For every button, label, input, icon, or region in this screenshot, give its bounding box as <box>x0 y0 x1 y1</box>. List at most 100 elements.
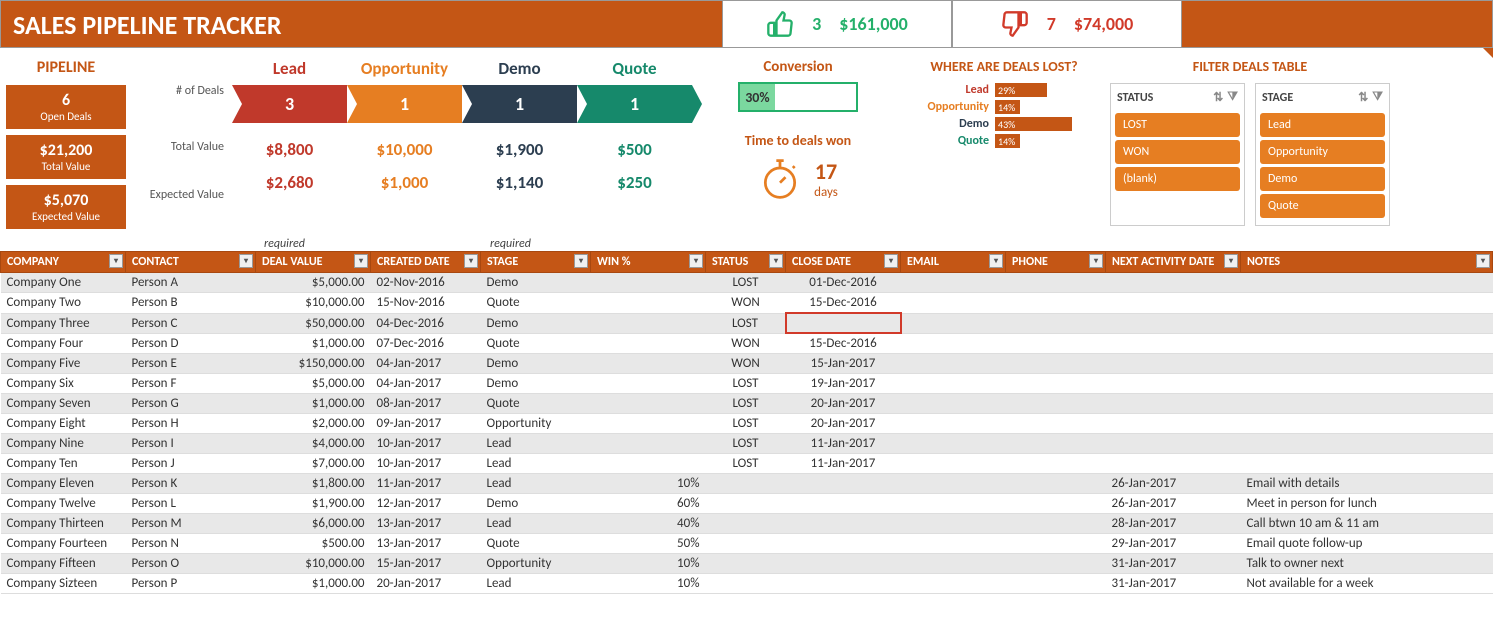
table-cell[interactable] <box>1241 333 1493 354</box>
table-cell[interactable]: $1,000.00 <box>256 333 371 354</box>
column-header[interactable]: DEAL VALUE▾ <box>256 252 371 273</box>
table-cell[interactable]: Company One <box>1 273 126 293</box>
column-header[interactable]: CONTACT▾ <box>126 252 256 273</box>
column-header[interactable]: EMAIL▾ <box>901 252 1006 273</box>
table-cell[interactable]: $7,000.00 <box>256 454 371 474</box>
table-cell[interactable]: Quote <box>481 534 591 554</box>
filter-status-option[interactable]: (blank) <box>1115 167 1240 191</box>
filter-dropdown-icon[interactable]: ▾ <box>109 254 123 268</box>
table-cell[interactable]: LOST <box>706 273 786 293</box>
table-cell[interactable] <box>1241 374 1493 394</box>
table-cell[interactable]: Quote <box>481 394 591 414</box>
table-cell[interactable]: Demo <box>481 273 591 293</box>
table-cell[interactable] <box>901 414 1006 434</box>
table-cell[interactable]: Lead <box>481 474 591 494</box>
filter-stage-option[interactable]: Lead <box>1260 113 1385 137</box>
table-cell[interactable] <box>1106 273 1241 293</box>
table-cell[interactable]: 11-Jan-2017 <box>786 454 901 474</box>
table-cell[interactable]: 10-Jan-2017 <box>371 454 481 474</box>
table-cell[interactable]: Person I <box>126 434 256 454</box>
table-cell[interactable]: 29-Jan-2017 <box>1106 534 1241 554</box>
table-cell[interactable]: Person F <box>126 374 256 394</box>
table-cell[interactable]: Person D <box>126 333 256 354</box>
column-header[interactable]: STAGE▾ <box>481 252 591 273</box>
table-cell[interactable] <box>591 354 706 374</box>
table-cell[interactable] <box>1006 474 1106 494</box>
table-cell[interactable]: 10% <box>591 474 706 494</box>
table-cell[interactable] <box>591 374 706 394</box>
table-cell[interactable]: Person B <box>126 293 256 314</box>
column-header[interactable]: NEXT ACTIVITY DATE▾ <box>1106 252 1241 273</box>
table-cell[interactable]: 13-Jan-2017 <box>371 514 481 534</box>
table-cell[interactable] <box>706 534 786 554</box>
table-cell[interactable]: Person A <box>126 273 256 293</box>
table-cell[interactable] <box>786 494 901 514</box>
table-cell[interactable] <box>1241 394 1493 414</box>
table-cell[interactable] <box>591 434 706 454</box>
table-cell[interactable] <box>1241 414 1493 434</box>
column-header[interactable]: CREATED DATE▾ <box>371 252 481 273</box>
table-cell[interactable] <box>1241 454 1493 474</box>
table-row[interactable]: Company SizteenPerson P$1,000.0020-Jan-2… <box>1 574 1493 594</box>
table-cell[interactable]: 31-Jan-2017 <box>1106 574 1241 594</box>
table-cell[interactable]: 15-Dec-2016 <box>786 333 901 354</box>
table-cell[interactable]: 08-Jan-2017 <box>371 394 481 414</box>
table-cell[interactable] <box>786 554 901 574</box>
table-cell[interactable]: Company Eleven <box>1 474 126 494</box>
table-cell[interactable]: Demo <box>481 354 591 374</box>
table-cell[interactable]: Lead <box>481 514 591 534</box>
filter-status-header[interactable]: STATUS⇅⧩ <box>1115 88 1240 107</box>
table-cell[interactable]: Company Two <box>1 293 126 314</box>
table-row[interactable]: Company FifteenPerson O$10,000.0015-Jan-… <box>1 554 1493 574</box>
table-cell[interactable]: $150,000.00 <box>256 354 371 374</box>
table-cell[interactable] <box>1106 434 1241 454</box>
sort-icon[interactable]: ⇅ <box>1358 90 1368 105</box>
table-cell[interactable] <box>1006 374 1106 394</box>
table-cell[interactable]: Meet in person for lunch <box>1241 494 1493 514</box>
filter-dropdown-icon[interactable]: ▾ <box>464 254 478 268</box>
table-cell[interactable]: Person J <box>126 454 256 474</box>
table-cell[interactable]: 02-Nov-2016 <box>371 273 481 293</box>
table-cell[interactable]: $10,000.00 <box>256 554 371 574</box>
table-row[interactable]: Company ElevenPerson K$1,800.0011-Jan-20… <box>1 474 1493 494</box>
filter-stage-option[interactable]: Quote <box>1260 194 1385 218</box>
table-cell[interactable] <box>591 293 706 314</box>
table-cell[interactable] <box>901 374 1006 394</box>
filter-dropdown-icon[interactable]: ▾ <box>239 254 253 268</box>
table-cell[interactable] <box>1006 494 1106 514</box>
table-cell[interactable] <box>901 333 1006 354</box>
table-cell[interactable]: $2,000.00 <box>256 414 371 434</box>
table-cell[interactable] <box>1106 313 1241 333</box>
table-cell[interactable]: Lead <box>481 574 591 594</box>
table-cell[interactable] <box>901 554 1006 574</box>
table-cell[interactable] <box>1241 293 1493 314</box>
table-row[interactable]: Company ThreePerson C$50,000.0004-Dec-20… <box>1 313 1493 333</box>
table-cell[interactable]: 26-Jan-2017 <box>1106 474 1241 494</box>
table-cell[interactable]: Company Fourteen <box>1 534 126 554</box>
table-cell[interactable]: 20-Jan-2017 <box>786 394 901 414</box>
table-cell[interactable] <box>901 454 1006 474</box>
table-cell[interactable]: Company Ten <box>1 454 126 474</box>
table-cell[interactable]: $1,800.00 <box>256 474 371 494</box>
table-cell[interactable]: Company Eight <box>1 414 126 434</box>
table-cell[interactable] <box>1006 394 1106 414</box>
table-cell[interactable]: $5,000.00 <box>256 273 371 293</box>
table-cell[interactable]: Company Four <box>1 333 126 354</box>
table-cell[interactable] <box>1241 273 1493 293</box>
table-cell[interactable]: 40% <box>591 514 706 534</box>
table-cell[interactable]: $50,000.00 <box>256 313 371 333</box>
table-cell[interactable]: Company Sizteen <box>1 574 126 594</box>
table-cell[interactable]: 09-Jan-2017 <box>371 414 481 434</box>
filter-dropdown-icon[interactable]: ▾ <box>354 254 368 268</box>
table-cell[interactable]: 04-Jan-2017 <box>371 374 481 394</box>
table-cell[interactable] <box>786 313 901 333</box>
table-cell[interactable]: Person L <box>126 494 256 514</box>
table-row[interactable]: Company ThirteenPerson M$6,000.0013-Jan-… <box>1 514 1493 534</box>
table-cell[interactable]: 12-Jan-2017 <box>371 494 481 514</box>
table-cell[interactable]: Demo <box>481 374 591 394</box>
table-cell[interactable]: Company Twelve <box>1 494 126 514</box>
table-cell[interactable]: WON <box>706 354 786 374</box>
table-row[interactable]: Company FourteenPerson N$500.0013-Jan-20… <box>1 534 1493 554</box>
table-cell[interactable]: Company Nine <box>1 434 126 454</box>
table-cell[interactable]: Person O <box>126 554 256 574</box>
